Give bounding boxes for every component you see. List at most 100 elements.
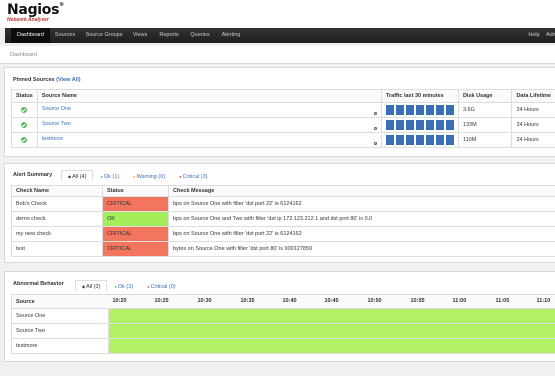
circle-icon[interactable] — [373, 126, 377, 130]
time-tick: 11:10 — [536, 298, 551, 304]
nav-dashboard[interactable]: Dashboard — [11, 28, 50, 43]
table-row: Source Two 133M 24 Hours — [11, 117, 555, 133]
logo-subtitle: Network Analyzer — [7, 17, 49, 23]
source-name: Source One — [11, 308, 109, 324]
ok-status-icon — [21, 107, 28, 113]
check-name: Bob's Check — [11, 196, 103, 212]
col-source: Source — [11, 294, 109, 309]
brand-header: Nagios® Network Analyzer — [0, 0, 555, 28]
pinned-sources-heading: Pinned Sources — [13, 77, 55, 83]
time-tick: 10:50 — [367, 298, 382, 304]
traffic-sparkline — [385, 120, 454, 130]
nav-queries[interactable]: Queries — [187, 28, 213, 43]
logo[interactable]: Nagios® — [7, 2, 64, 18]
source-link[interactable]: Source One — [42, 106, 71, 112]
check-message: bps on Source One with filter 'dst port … — [168, 196, 555, 212]
top-navbar: Dashboard Sources Source Groups Views Re… — [5, 28, 555, 43]
col-check-message: Check Message — [168, 185, 555, 197]
status-badge: CRITICAL — [102, 226, 169, 242]
check-name: demo check — [11, 211, 103, 227]
col-disk-usage: Disk Usage — [457, 89, 513, 103]
nav-alerting[interactable]: Alerting — [218, 28, 244, 43]
time-tick: 10:20 — [112, 298, 127, 304]
col-traffic: Traffic last 30 minutes — [380, 89, 459, 103]
time-tick: 10:30 — [197, 298, 212, 304]
table-row: Source One — [11, 308, 555, 324]
time-tick: 11:00 — [452, 298, 467, 304]
timeline-bar[interactable] — [108, 338, 555, 354]
check-message: bps on Source One and Two with filter 'd… — [168, 211, 555, 227]
time-tick: 11:05 — [495, 298, 510, 304]
col-status: Status — [102, 185, 169, 197]
data-lifetime: 24 Hours — [511, 132, 555, 148]
view-all-link[interactable]: (View All) — [56, 77, 80, 83]
time-tick: 10:35 — [240, 298, 255, 304]
col-check-name: Check Name — [11, 185, 103, 197]
circle-icon[interactable] — [373, 141, 377, 145]
check-name: my new check — [11, 226, 103, 242]
alert-summary-panel: Alert Summary ◆All (4) ●Ok (1) ●Warning … — [4, 163, 555, 263]
ok-status-icon — [21, 137, 28, 143]
source-link[interactable]: testmore — [42, 136, 63, 142]
tab-all[interactable]: ◆All (4) — [61, 170, 94, 181]
time-tick: 10:55 — [410, 298, 425, 304]
table-row: testmore — [11, 338, 555, 354]
col-data-lifetime: Data Lifetime — [511, 89, 555, 103]
source-name: Source Two — [11, 323, 109, 339]
timeline-bar[interactable] — [108, 323, 555, 339]
check-name: test — [11, 241, 103, 257]
table-row: Source One 3.6G 24 Hours — [11, 102, 555, 118]
traffic-sparkline — [385, 105, 454, 115]
alert-table: Check Name Status Check Message Bob's Ch… — [11, 185, 555, 257]
abnormal-filter-tabs: ◆All (3) ●Ok (3) ●Critical (0) — [75, 280, 183, 291]
table-row: Source Two — [11, 323, 555, 339]
ok-status-icon — [21, 122, 28, 128]
tab-critical[interactable]: ●Critical (3) — [172, 170, 214, 181]
abnormal-behavior-title: Abnormal Behavior — [13, 281, 64, 287]
table-row: Bob's Check CRITICAL bps on Source One w… — [11, 196, 555, 212]
circle-icon[interactable] — [373, 111, 377, 115]
nav-help[interactable]: Help — [527, 28, 541, 43]
table-row: testmore 110M 24 Hours — [11, 132, 555, 148]
logo-name: Nagios — [7, 2, 60, 18]
pinned-sources-title: Pinned Sources (View All) — [13, 77, 81, 83]
col-source-name: Source Name — [36, 89, 382, 103]
disk-usage: 3.6G — [457, 102, 513, 118]
tab-warning[interactable]: ●Warning (0) — [126, 170, 172, 181]
status-badge: CRITICAL — [102, 241, 169, 257]
alert-filter-tabs: ◆All (4) ●Ok (1) ●Warning (0) ●Critical … — [61, 170, 215, 181]
nav-sources[interactable]: Sources — [52, 28, 78, 43]
tab-ok[interactable]: ●Ok (1) — [93, 170, 126, 181]
tab-all[interactable]: ◆All (3) — [75, 280, 108, 291]
source-name: testmore — [11, 338, 109, 354]
time-tick: 10:40 — [282, 298, 297, 304]
nav-reports[interactable]: Reports — [156, 28, 182, 43]
status-badge: OK — [102, 211, 169, 227]
logo-reg: ® — [59, 2, 64, 8]
nav-views[interactable]: Views — [130, 28, 150, 43]
abnormal-behavior-panel: Abnormal Behavior ◆All (3) ●Ok (3) ●Crit… — [4, 271, 555, 362]
source-link[interactable]: Source Two — [42, 121, 71, 127]
time-tick: 10:25 — [154, 298, 169, 304]
breadcrumb-current: Dashboard — [10, 52, 37, 58]
status-badge: CRITICAL — [102, 196, 169, 212]
timeline-bar[interactable] — [108, 308, 555, 324]
nav-admin[interactable]: Adm — [546, 28, 555, 43]
data-lifetime: 24 Hours — [511, 117, 555, 133]
check-message: bps on Source One with filter 'dst port … — [168, 226, 555, 242]
abnormal-timeline-table: Source 10:20 10:25 10:30 10:35 10:40 10:… — [11, 294, 555, 354]
tab-ok[interactable]: ●Ok (3) — [107, 280, 140, 291]
nav-source-groups[interactable]: Source Groups — [83, 28, 125, 43]
col-status: Status — [11, 89, 38, 103]
disk-usage: 133M — [457, 117, 513, 133]
time-axis: 10:20 10:25 10:30 10:35 10:40 10:45 10:5… — [108, 294, 555, 309]
pinned-sources-panel: Pinned Sources (View All) Status Source … — [4, 67, 555, 157]
tab-critical[interactable]: ●Critical (0) — [140, 280, 182, 291]
traffic-sparkline — [385, 135, 454, 145]
table-row: demo check OK bps on Source One and Two … — [11, 211, 555, 227]
pinned-sources-table: Status Source Name Traffic last 30 minut… — [11, 89, 555, 148]
table-row: my new check CRITICAL bps on Source One … — [11, 226, 555, 242]
breadcrumb: Dashboard — [0, 46, 555, 64]
data-lifetime: 24 Hours — [511, 102, 555, 118]
check-message: bytes on Source One with filter 'dst por… — [168, 241, 555, 257]
